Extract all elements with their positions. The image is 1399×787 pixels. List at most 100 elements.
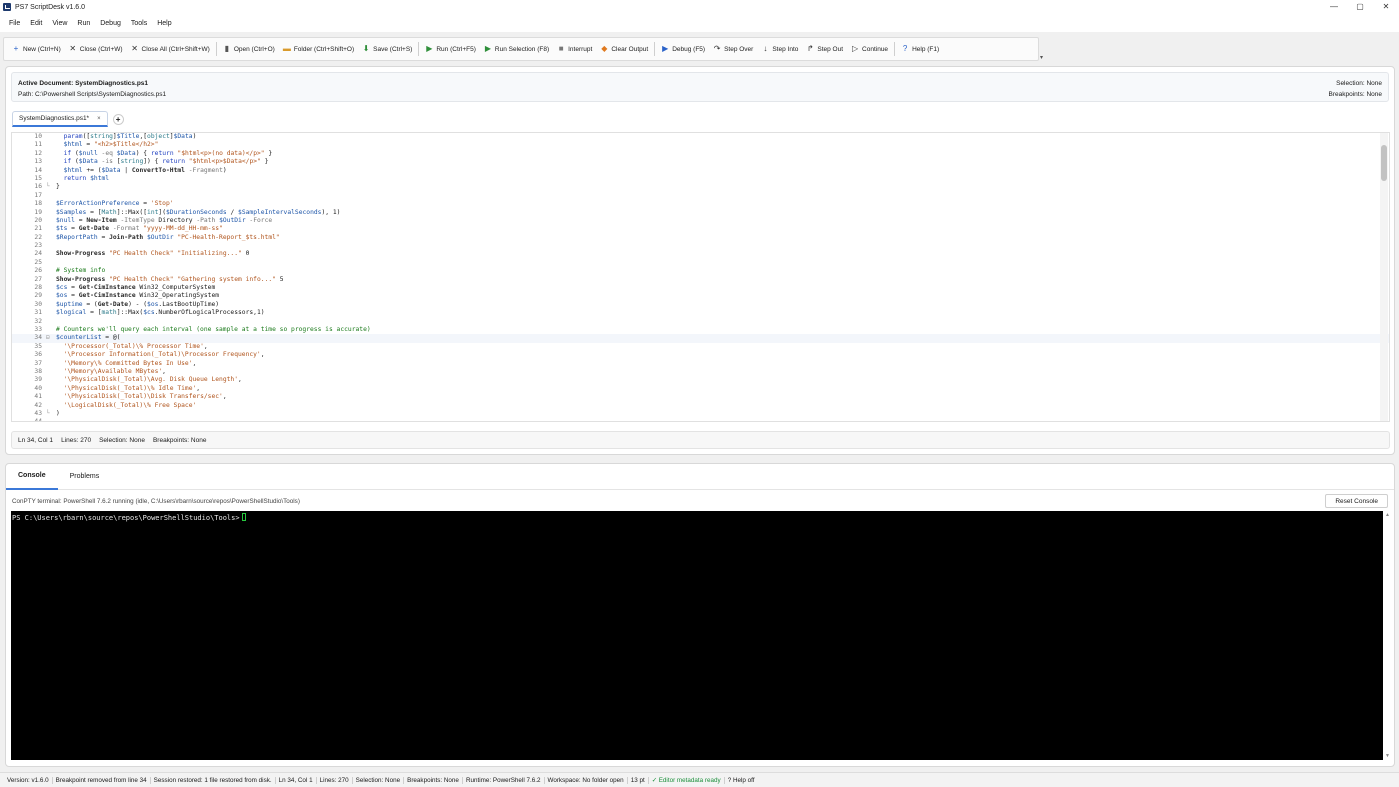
maximize-button[interactable]: ▢ [1347,0,1373,14]
code-line[interactable]: 44 [12,418,1389,421]
clear-output-button[interactable]: ◆ Clear Output [596,40,652,58]
code-line[interactable]: 29 $os = Get-CimInstance Win32_OperatingS… [12,292,1389,300]
toolbar-overflow-icon[interactable]: ▾ [1040,54,1043,61]
close-button[interactable]: ✕ Close (Ctrl+W) [65,40,127,58]
step-over-button[interactable]: ↷ Step Over [709,40,757,58]
code-line[interactable]: 38 '\Memory\Available MBytes', [12,368,1389,376]
code-text: '\PhysicalDisk(_Total)\% Idle Time', [63,384,201,392]
code-line[interactable]: 39 '\PhysicalDisk(_Total)\Avg. Disk Queu… [12,376,1389,384]
close-all-button[interactable]: ✕ Close All (Ctrl+Shift+W) [127,40,214,58]
code-text: '\Memory\% Committed Bytes In Use', [63,359,197,367]
editor-scrollbar[interactable] [1380,133,1388,421]
selection-status: Selection: None [99,436,145,444]
code-line[interactable]: 23 [12,242,1389,250]
document-path-label: Path: C:\Powershell Scripts\SystemDiagno… [18,91,167,98]
menu-view[interactable]: View [47,20,72,27]
code-text: if ($null -eq $Data) { return "$html<p>(… [63,149,273,157]
terminal-scrollbar[interactable]: ▲ ▼ [1384,511,1393,760]
folder-button[interactable]: ▬ Folder (Ctrl+Shift+O) [279,40,358,58]
code-line[interactable]: 31 $logical = [math]::Max($cs.NumberOfLog… [12,309,1389,317]
scroll-down-icon[interactable]: ▼ [1385,753,1390,759]
status-item: ? Help off [727,776,755,784]
code-line[interactable]: 25 [12,259,1389,267]
step-into-button[interactable]: ↓ Step Into [757,40,802,58]
tab-system-diagnostics[interactable]: SystemDiagnostics.ps1* × [12,111,108,127]
code-line[interactable]: 42 '\LogicalDisk(_Total)\% Free Space' [12,402,1389,410]
code-line[interactable]: 36 '\Processor Information(_Total)\Proce… [12,351,1389,359]
code-line[interactable]: 40 '\PhysicalDisk(_Total)\% Idle Time', [12,385,1389,393]
close-window-button[interactable]: ✕ [1373,0,1399,14]
code-line[interactable]: 16 └} [12,183,1389,191]
menu-tools[interactable]: Tools [126,20,152,27]
editor-scrollbar-thumb[interactable] [1381,145,1387,181]
code-line[interactable]: 22 $ReportPath = Join-Path $OutDir "PC-He… [12,234,1389,242]
menu-file[interactable]: File [4,20,25,27]
code-line[interactable]: 43 └) [12,410,1389,418]
continue-icon: ▷ [851,44,859,53]
toolbar-button-label: Open (Ctrl+O) [233,45,275,53]
line-number: 23 [34,242,42,250]
close-all-icon: ✕ [131,44,138,53]
debug-button[interactable]: ▶ Debug (F5) [657,40,709,58]
toolbar-button-label: Run (Ctrl+F5) [436,45,476,53]
code-line[interactable]: 12 if ($null -eq $Data) { return "$html<… [12,150,1389,158]
toolbar-button-label: Close (Ctrl+W) [79,45,123,53]
line-number: 28 [34,284,42,292]
code-line[interactable]: 27 Show-Progress "PC Health Check" "Gathe… [12,276,1389,284]
menu-edit[interactable]: Edit [25,20,47,27]
tab-console[interactable]: Console [6,464,58,490]
code-line[interactable]: 21 $ts = Get-Date -Format "yyyy-MM-dd_HH-… [12,225,1389,233]
reset-console-button[interactable]: Reset Console [1325,494,1388,508]
minimize-button[interactable]: — [1321,0,1347,14]
fold-marker-icon[interactable]: └ [46,183,50,191]
code-text: param([string]$Title,[object]$Data) [63,133,197,140]
code-editor[interactable]: 10 param([string]$Title,[object]$Data) 11… [11,132,1390,422]
terminal[interactable]: PS C:\Users\rbarn\source\repos\PowerShel… [11,511,1383,760]
code-line[interactable]: 11 $html = "<h2>$Title</h2>" [12,141,1389,149]
scroll-up-icon[interactable]: ▲ [1385,512,1390,518]
code-line[interactable]: 34 ⊟ $counterList = @( [12,334,1389,343]
help-button[interactable]: ? Help (F1) [897,40,943,58]
code-line[interactable]: 15 return $html [12,175,1389,183]
code-line[interactable]: 32 [12,318,1389,326]
continue-button[interactable]: ▷ Continue [847,40,892,58]
fold-marker-icon[interactable]: ⊟ [46,334,50,342]
tab-close-icon[interactable]: × [97,116,101,122]
code-line[interactable]: 24 Show-Progress "PC Health Check" "Initi… [12,250,1389,258]
new-button[interactable]: + New (Ctrl+N) [8,40,65,58]
line-number: 37 [34,359,42,367]
line-number: 17 [34,191,42,199]
plus-icon: + [13,44,19,53]
code-line[interactable]: 14 $html += ($Data | ConvertTo-Html -Fra… [12,167,1389,175]
code-line[interactable]: 41 '\PhysicalDisk(_Total)\Disk Transfers… [12,393,1389,401]
save-button[interactable]: ⬇ Save (Ctrl+S) [358,40,416,58]
code-line[interactable]: 18 $ErrorActionPreference = 'Stop' [12,200,1389,208]
open-button[interactable]: ▮ Open (Ctrl+O) [219,40,279,58]
step-out-button[interactable]: ↱ Step Out [802,40,847,58]
code-text: $logical = [math]::Max($cs.NumberOfLogic… [56,309,265,317]
code-line[interactable]: 10 param([string]$Title,[object]$Data) [12,133,1389,141]
code-line[interactable]: 30 $uptime = (Get-Date) - ($os.LastBootUp… [12,301,1389,309]
code-line[interactable]: 17 [12,192,1389,200]
code-text: $null = New-Item -ItemType Directory -Pa… [56,216,273,224]
code-line[interactable]: 26 # System info [12,267,1389,275]
code-line[interactable]: 20 $null = New-Item -ItemType Directory -… [12,217,1389,225]
code-line[interactable]: 19 $Samples = [Math]::Max([int]($Duration… [12,209,1389,217]
toolbar-button-label: Close All (Ctrl+Shift+W) [141,45,210,53]
menu-help[interactable]: Help [152,20,176,27]
editor-panel: Active Document: SystemDiagnostics.ps1 P… [5,66,1395,455]
terminal-cursor [241,513,246,521]
run-selection-button[interactable]: ▶ Run Selection (F8) [480,40,553,58]
code-line[interactable]: 35 '\Processor(_Total)\% Processor Time'… [12,343,1389,351]
run-button[interactable]: ▶ Run (Ctrl+F5) [421,40,480,58]
step-into-icon: ↓ [763,44,768,53]
menu-run[interactable]: Run [72,20,95,27]
menu-debug[interactable]: Debug [95,20,126,27]
code-line[interactable]: 37 '\Memory\% Committed Bytes In Use', [12,360,1389,368]
new-tab-button[interactable]: + [112,113,124,125]
interrupt-button[interactable]: ■ Interrupt [553,40,596,58]
code-line[interactable]: 33 # Counters we'll query each interval (… [12,326,1389,334]
code-line[interactable]: 13 if ($Data -is [string]) { return "$ht… [12,158,1389,166]
fold-marker-icon[interactable]: └ [46,410,50,418]
tab-problems[interactable]: Problems [58,464,112,490]
